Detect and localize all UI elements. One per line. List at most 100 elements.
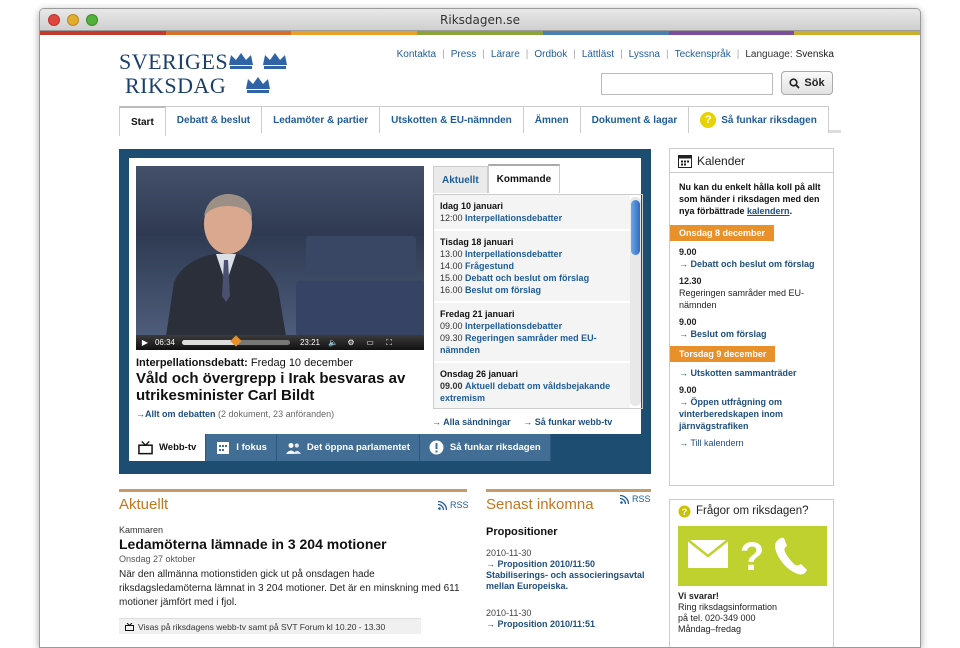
nav-tab-debatt[interactable]: Debatt & beslut xyxy=(165,106,263,133)
nav-tab-utskotten[interactable]: Utskotten & EU-nämnden xyxy=(380,106,524,133)
inkomna-rss-link[interactable]: RSS xyxy=(620,494,651,504)
calendar-box: Kalender Nu kan du enkelt hålla koll på … xyxy=(669,148,834,486)
main-nav: Start Debatt & beslut Ledamöter & partie… xyxy=(119,106,841,136)
schedule-item[interactable]: Aktuell debatt om våldsbejakande extremi… xyxy=(440,381,610,403)
tab-kommande[interactable]: Kommande xyxy=(487,164,561,193)
calendar-link[interactable]: → Öppen utfrågning om vinterberedskapen … xyxy=(679,397,783,431)
settings-icon[interactable]: ⚙ xyxy=(342,338,360,347)
search-icon xyxy=(789,77,801,89)
news-headline[interactable]: Ledamöterna lämnade in 3 204 motioner xyxy=(119,536,387,552)
link-ordbok[interactable]: Ordbok xyxy=(534,49,567,60)
schedule-item[interactable]: Interpellationsdebatter xyxy=(465,321,562,331)
calendar-item: 9.00 → Debatt och beslut om förslag xyxy=(679,247,815,269)
schedule-list: Idag 10 januari 12:00 Interpellationsdeb… xyxy=(433,194,643,409)
how-webtv-link[interactable]: → Så funkar webb-tv xyxy=(523,417,612,427)
proposition-link[interactable]: → Proposition 2010/11:50 Stabiliserings-… xyxy=(486,559,645,591)
feature-kicker-type: Interpellationsdebatt: xyxy=(136,357,248,369)
feature-title[interactable]: Våld och övergrepp i Irak besvaras av ut… xyxy=(136,370,416,404)
tab-webb-tv[interactable]: Webb-tv xyxy=(129,434,207,461)
news-body: När den allmänna motionstiden gick ut på… xyxy=(119,569,460,608)
aktuellt-title: Aktuellt xyxy=(119,496,169,513)
riksdag-logo[interactable]: SVERIGES RIKSDAG xyxy=(119,47,294,98)
schedule-item[interactable]: Regeringen samråder med EU-nämnden xyxy=(440,333,597,355)
nav-tab-sa-funkar[interactable]: ? Så funkar riksdagen xyxy=(689,106,829,133)
volume-icon[interactable]: 🔈 xyxy=(324,338,342,347)
calendar-intro-link[interactable]: kalendern xyxy=(747,206,790,216)
popout-icon[interactable]: ▭ xyxy=(360,338,380,347)
speaker-image xyxy=(166,194,286,336)
exclamation-icon xyxy=(429,440,444,455)
link-kontakta[interactable]: Kontakta xyxy=(397,49,436,60)
question-icon: ? xyxy=(678,505,691,517)
svg-text:?: ? xyxy=(682,507,688,517)
calendar-item: → Utskotten sammanträder xyxy=(670,362,833,379)
link-larare[interactable]: Lärare xyxy=(491,49,520,60)
nav-tab-start[interactable]: Start xyxy=(119,106,166,136)
video-progress[interactable] xyxy=(182,335,290,347)
news-kicker: Kammaren xyxy=(119,525,164,535)
crowns-icon xyxy=(229,53,287,93)
faq-text: Vi svarar! Ring riksdagsinformation på t… xyxy=(678,591,778,634)
tab-aktuellt[interactable]: Aktuellt xyxy=(433,166,488,193)
calendar-item: 9.00 → Öppen utfrågning om vinterberedsk… xyxy=(679,385,784,431)
video-player[interactable]: ▶ 06:34 23:21 🔈 ⚙ ▭ ⛶ xyxy=(136,166,424,350)
calendar-grid-icon xyxy=(215,440,230,455)
schedule-day: Tisdag 18 januari 13.00 Interpellationsd… xyxy=(434,231,630,303)
utility-links: Kontakta | Press | Lärare | Ordbok | Lättläs… xyxy=(396,49,834,60)
link-press[interactable]: Press xyxy=(451,49,477,60)
calendar-item: 9.00 → Beslut om förslag xyxy=(679,317,767,339)
inkomna-item: 2010-11-30 → Proposition 2010/11:50 Stab… xyxy=(486,548,645,591)
rss-icon xyxy=(438,500,447,510)
aktuellt-rss-link[interactable]: RSS xyxy=(438,500,469,510)
faq-answer: Vi svarar! xyxy=(678,591,719,601)
nav-tab-amnen[interactable]: Ämnen xyxy=(523,106,581,133)
feature-link-meta: (2 dokument, 23 anföranden) xyxy=(218,409,335,419)
feature-content: ▶ 06:34 23:21 🔈 ⚙ ▭ ⛶ Interpellationsdeb… xyxy=(129,158,643,434)
calendar-item: 12.30 Regeringen samråder med EU-nämnden xyxy=(679,276,805,310)
calendar-day-label: Onsdag 8 december xyxy=(670,225,775,241)
people-icon xyxy=(285,440,301,455)
video-controls: ▶ 06:34 23:21 🔈 ⚙ ▭ ⛶ xyxy=(136,335,424,350)
calendar-link[interactable]: → Utskotten sammanträder xyxy=(679,368,797,378)
browser-window: Riksdagen.se SVERIGES RIKSDAG Kontakta| xyxy=(39,8,921,648)
proposition-link[interactable]: → Proposition 2010/11:51 xyxy=(486,619,595,629)
link-lyssna[interactable]: Lyssna xyxy=(629,49,660,60)
nav-tab-dokument[interactable]: Dokument & lagar xyxy=(580,106,690,133)
inkomna-category: Propositioner xyxy=(486,526,558,538)
window-title: Riksdagen.se xyxy=(440,13,520,27)
schedule-links: → Alla sändningar → Så funkar webb-tv xyxy=(432,417,622,427)
link-lattlast[interactable]: Lättläst xyxy=(582,49,614,60)
nav-tab-ledamoter[interactable]: Ledamöter & partier xyxy=(262,106,381,133)
schedule-item[interactable]: Beslut om förslag xyxy=(465,285,541,295)
to-calendar-link[interactable]: → Till kalendern xyxy=(679,438,744,448)
all-broadcasts-link[interactable]: → Alla sändningar xyxy=(432,417,511,427)
schedule-scrollbar[interactable] xyxy=(630,197,641,406)
schedule-day: Onsdag 26 januari 09.00 Aktuell debatt o… xyxy=(434,363,630,408)
calendar-day-label: Torsdag 9 december xyxy=(670,346,776,362)
fullscreen-icon[interactable]: ⛶ xyxy=(380,338,398,348)
video-duration: 23:21 xyxy=(299,338,321,347)
tab-sa-funkar-riksdagen[interactable]: Så funkar riksdagen xyxy=(419,434,551,461)
language-selector[interactable]: Svenska xyxy=(796,49,834,60)
calendar-intro: Nu kan du enkelt hålla koll på allt som … xyxy=(679,182,821,216)
link-teckensprak[interactable]: Teckenspråk xyxy=(675,49,731,60)
calendar-link[interactable]: → Beslut om förslag xyxy=(679,329,767,339)
schedule-day: Fredag 21 januari 09.00 Interpellationsd… xyxy=(434,303,630,363)
calendar-link[interactable]: → Debatt och beslut om förslag xyxy=(679,259,815,269)
search-input[interactable] xyxy=(601,73,773,95)
news-broadcast-info: Visas på riksdagens webb-tv samt på SVT … xyxy=(119,618,421,634)
page: SVERIGES RIKSDAG Kontakta | Press | Lärare… xyxy=(40,35,920,647)
schedule-item[interactable]: Frågestund xyxy=(465,261,514,271)
scrollbar-thumb[interactable] xyxy=(631,200,640,255)
tab-oppna-parlamentet[interactable]: Det öppna parlamentet xyxy=(276,434,420,461)
schedule-day: Idag 10 januari 12:00 Interpellationsdeb… xyxy=(434,195,630,231)
logo-line1: SVERIGES xyxy=(119,49,229,74)
search-button[interactable]: Sök xyxy=(781,71,833,95)
feature-link[interactable]: →Allt om debatten xyxy=(136,409,216,419)
play-icon[interactable]: ▶ xyxy=(136,338,154,347)
schedule-item[interactable]: Debatt och beslut om förslag xyxy=(465,273,589,283)
schedule-item[interactable]: Interpellationsdebatter xyxy=(465,249,562,259)
question-icon: ? xyxy=(700,112,717,128)
tab-i-fokus[interactable]: I fokus xyxy=(206,434,277,461)
schedule-item[interactable]: Interpellationsdebatter xyxy=(465,213,562,223)
